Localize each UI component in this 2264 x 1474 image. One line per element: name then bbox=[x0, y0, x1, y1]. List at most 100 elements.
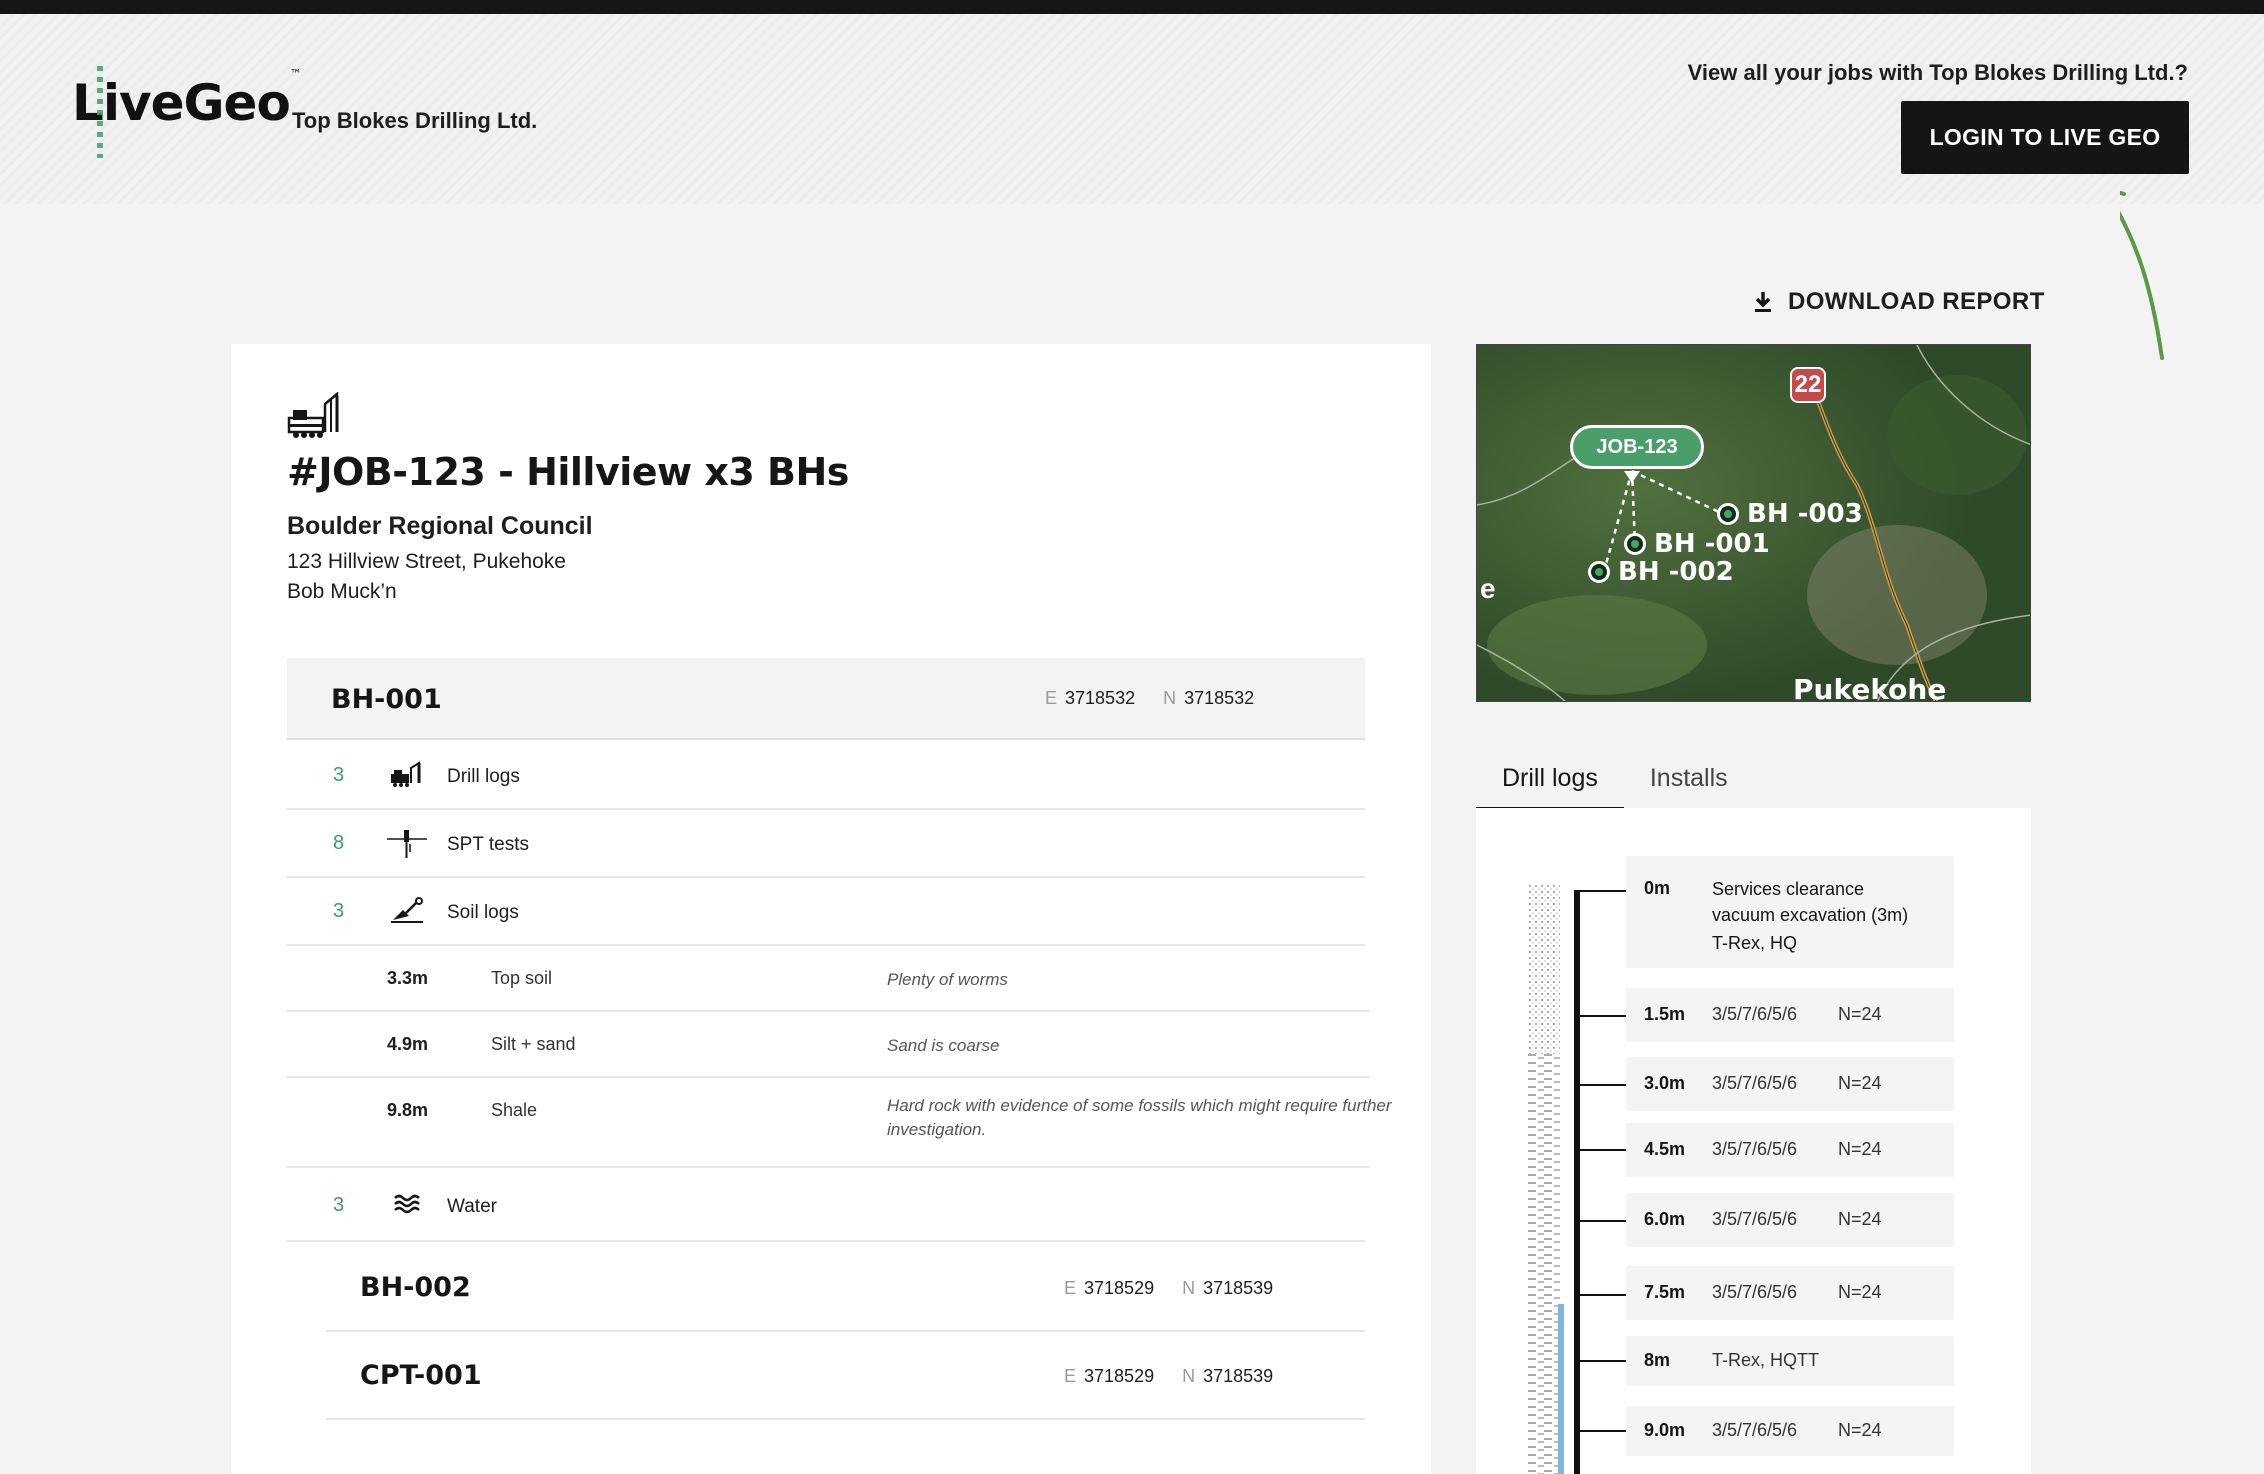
water-waves-icon bbox=[394, 1194, 420, 1214]
borehole-row-cpt-001[interactable]: CPT-001 E 3718529 N 3718539 bbox=[326, 1332, 1365, 1420]
record-row-soil-logs[interactable]: 3 Soil logs bbox=[287, 878, 1365, 946]
depth-tick bbox=[1580, 890, 1626, 892]
entry-n-value: N=24 bbox=[1838, 1209, 1882, 1229]
entry-depth: 9.0m bbox=[1644, 1420, 1686, 1440]
borehole-row-bh-002[interactable]: BH-002 E 3718529 N 3718539 bbox=[326, 1244, 1365, 1332]
northing-label: N bbox=[1182, 1366, 1196, 1386]
easting-label: E bbox=[1045, 688, 1058, 708]
soil-depth: 3.3m bbox=[387, 968, 429, 988]
download-report-button[interactable]: DOWNLOAD REPORT bbox=[1752, 288, 2045, 316]
borehole-coordinates: E 3718532 N 3718532 bbox=[1045, 688, 1254, 709]
northing-value: 3718539 bbox=[1203, 1278, 1274, 1298]
easting-value: 3718529 bbox=[1084, 1278, 1155, 1298]
road-shield-icon: 22 bbox=[1790, 367, 1826, 403]
logo-trademark: ™ bbox=[289, 67, 302, 82]
soil-log-row[interactable]: 4.9m Silt + sand Sand is coarse bbox=[287, 1012, 1369, 1078]
pin-dot-icon bbox=[1588, 561, 1610, 583]
map-pin-bh-001[interactable]: BH -001 bbox=[1624, 529, 1770, 559]
drill-log-entry[interactable]: 1.5m 3/5/7/6/5/6 N=24 bbox=[1626, 988, 1954, 1042]
record-row-drill-logs[interactable]: 3 Drill logs bbox=[287, 742, 1365, 810]
livegeo-logo[interactable]: LiveGeo™ bbox=[72, 66, 302, 158]
depth-axis bbox=[1574, 890, 1580, 1474]
job-card: #JOB-123 - Hillview x3 BHs Boulder Regio… bbox=[231, 344, 1431, 1474]
easting-label: E bbox=[1064, 1278, 1077, 1298]
drill-log-entry[interactable]: 3.0m 3/5/7/6/5/6 N=24 bbox=[1626, 1057, 1954, 1111]
borehole-name: BH-002 bbox=[360, 1272, 471, 1303]
depth-tick bbox=[1580, 1149, 1626, 1151]
entry-value: 3/5/7/6/5/6 bbox=[1712, 1139, 1798, 1159]
drill-rig-icon bbox=[287, 392, 339, 438]
login-button[interactable]: LOGIN TO LIVE GEO bbox=[1901, 101, 2189, 174]
drill-log-entry[interactable]: 4.5m 3/5/7/6/5/6 N=24 bbox=[1626, 1123, 1954, 1177]
entry-n-value: N=24 bbox=[1838, 1139, 1882, 1159]
company-name: Top Blokes Drilling Ltd. bbox=[292, 108, 538, 133]
record-label: Drill logs bbox=[447, 766, 520, 787]
soil-depth: 4.9m bbox=[387, 1034, 429, 1054]
pin-label: BH -001 bbox=[1654, 529, 1770, 559]
easting-value: 3718529 bbox=[1084, 1366, 1155, 1386]
tab-drill-logs[interactable]: Drill logs bbox=[1476, 758, 1624, 811]
record-label: Water bbox=[447, 1196, 497, 1217]
entry-line: T-Rex, HQ bbox=[1712, 933, 1798, 953]
logo-dots bbox=[97, 66, 103, 158]
map-job-marker[interactable]: JOB-123 bbox=[1570, 425, 1704, 469]
job-contact: Bob Muck’n bbox=[287, 580, 397, 603]
entry-depth: 3.0m bbox=[1644, 1073, 1686, 1093]
record-count: 3 bbox=[333, 764, 345, 786]
record-label: Soil logs bbox=[447, 902, 519, 923]
entry-n-value: N=24 bbox=[1838, 1004, 1882, 1024]
logo-text: LiveGeo bbox=[72, 74, 291, 132]
entry-value: 3/5/7/6/5/6 bbox=[1712, 1209, 1798, 1229]
map-pin-bh-002[interactable]: BH -002 bbox=[1588, 557, 1734, 587]
depth-tick bbox=[1580, 1015, 1626, 1017]
soil-type: Silt + sand bbox=[491, 1034, 576, 1054]
borehole-coordinates: E 3718529 N 3718539 bbox=[1064, 1366, 1273, 1387]
job-title: #JOB-123 - Hillview x3 BHs bbox=[287, 450, 849, 494]
depth-tick bbox=[1580, 1360, 1626, 1362]
entry-line: vacuum excavation (3m) bbox=[1712, 905, 1909, 925]
borehole-header-bh-001[interactable]: BH-001 E 3718532 N 3718532 bbox=[287, 658, 1365, 740]
entry-depth: 1.5m bbox=[1644, 1004, 1686, 1024]
job-address: 123 Hillview Street, Pukehoke bbox=[287, 550, 566, 573]
borehole-name: BH-001 bbox=[331, 684, 442, 715]
northing-label: N bbox=[1163, 688, 1177, 708]
depth-tick bbox=[1580, 1220, 1626, 1222]
depth-tick bbox=[1580, 1084, 1626, 1086]
log-tabs: Drill logs Installs bbox=[1476, 758, 1754, 811]
record-count: 3 bbox=[333, 900, 345, 922]
record-count: 3 bbox=[333, 1194, 345, 1216]
entry-line: Services clearance bbox=[1712, 879, 1865, 899]
drill-log-entry[interactable]: 8m T-Rex, HQTT bbox=[1626, 1336, 1954, 1386]
strata-column bbox=[1528, 884, 1564, 1474]
pin-label: BH -003 bbox=[1747, 499, 1863, 529]
soil-type: Top soil bbox=[491, 968, 553, 988]
drill-log-entry[interactable]: 0m Services clearance vacuum excavation … bbox=[1626, 856, 1954, 968]
drill-log-entry[interactable]: 7.5m 3/5/7/6/5/6 N=24 bbox=[1626, 1266, 1954, 1320]
pin-label: BH -002 bbox=[1618, 557, 1734, 587]
entry-depth: 4.5m bbox=[1644, 1139, 1686, 1159]
drill-log-panel: 0m Services clearance vacuum excavation … bbox=[1476, 808, 2031, 1474]
entry-value: 3/5/7/6/5/6 bbox=[1712, 1073, 1798, 1093]
top-bar bbox=[0, 0, 2264, 14]
drill-log-entry[interactable]: 6.0m 3/5/7/6/5/6 N=24 bbox=[1626, 1193, 1954, 1247]
view-jobs-prompt: View all your jobs with Top Blokes Drill… bbox=[1687, 60, 2188, 85]
entry-description: Services clearance vacuum excavation (3m… bbox=[1712, 876, 1908, 956]
spt-test-icon bbox=[387, 830, 427, 858]
soil-note: Plenty of worms bbox=[887, 970, 1008, 989]
soil-log-row[interactable]: 3.3m Top soil Plenty of worms bbox=[287, 946, 1369, 1012]
northing-value: 3718532 bbox=[1184, 688, 1255, 708]
soil-log-row[interactable]: 9.8m Shale Hard rock with evidence of so… bbox=[287, 1078, 1392, 1168]
easting-value: 3718532 bbox=[1065, 688, 1136, 708]
drill-log-entry[interactable]: 9.0m 3/5/7/6/5/6 N=24 bbox=[1626, 1406, 1954, 1456]
map-pin-bh-003[interactable]: BH -003 bbox=[1717, 499, 1863, 529]
record-row-spt-tests[interactable]: 8 SPT tests bbox=[287, 810, 1365, 878]
tab-installs[interactable]: Installs bbox=[1624, 758, 1754, 811]
download-report-label: DOWNLOAD REPORT bbox=[1788, 288, 2045, 315]
drill-rig-icon bbox=[391, 761, 421, 787]
record-row-water[interactable]: 3 Water bbox=[287, 1170, 1365, 1242]
job-location-map[interactable]: 22 JOB-123 BH -003 BH -001 BH -002 e Puk… bbox=[1476, 344, 2031, 702]
download-icon bbox=[1755, 292, 1771, 312]
depth-tick bbox=[1580, 1430, 1626, 1432]
soil-type: Shale bbox=[491, 1100, 538, 1120]
soil-depth: 9.8m bbox=[387, 1100, 429, 1120]
